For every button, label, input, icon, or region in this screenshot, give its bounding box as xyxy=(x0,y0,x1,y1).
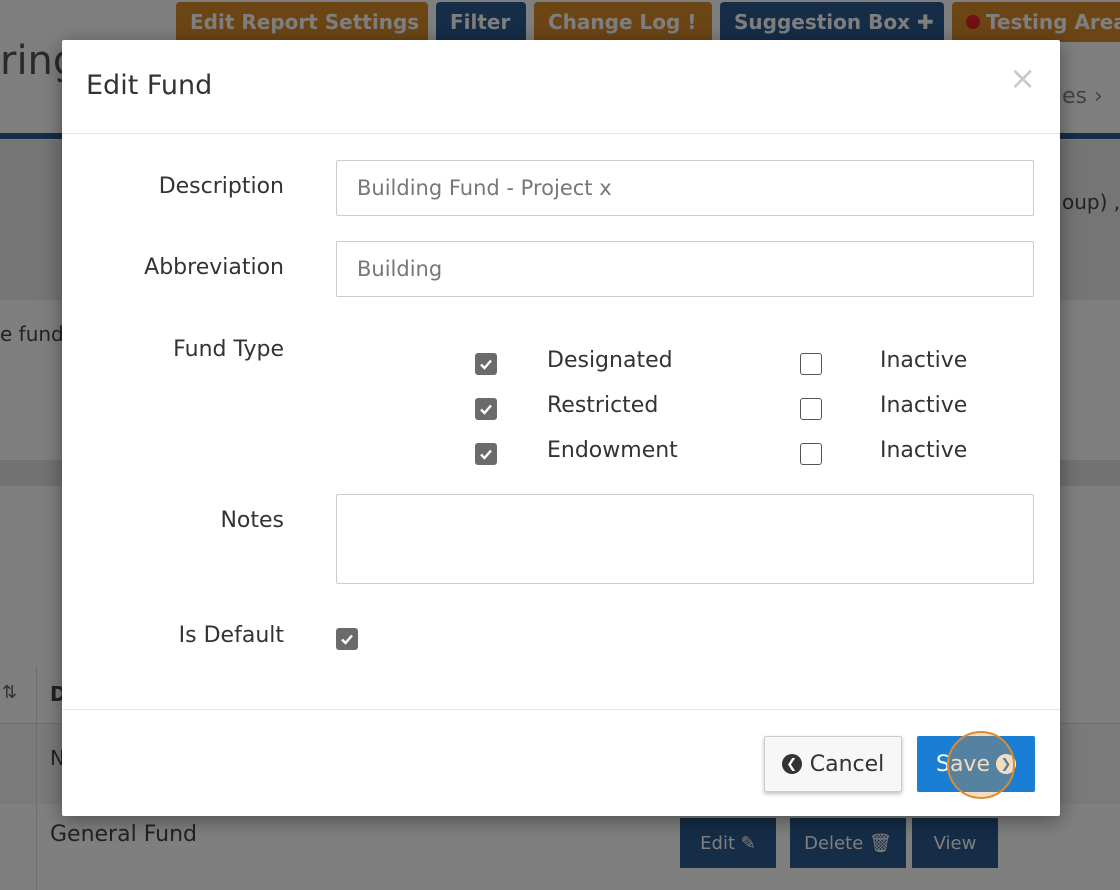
endowment-inactive-checkbox[interactable] xyxy=(800,443,822,465)
endowment-label: Endowment xyxy=(547,438,678,463)
designated-inactive-checkbox[interactable] xyxy=(800,353,822,375)
checkmark-icon xyxy=(480,449,492,460)
designated-inactive-label: Inactive xyxy=(880,348,968,373)
checkmark-icon xyxy=(341,634,353,645)
fund-type-label: Fund Type xyxy=(173,337,284,362)
save-label: Save xyxy=(935,751,990,777)
arrow-right-circle-icon: ❯ xyxy=(996,754,1016,774)
endowment-checkbox[interactable] xyxy=(475,443,497,465)
restricted-label: Restricted xyxy=(547,393,659,418)
notes-textarea[interactable] xyxy=(336,494,1034,584)
restricted-checkbox[interactable] xyxy=(475,398,497,420)
save-button[interactable]: Save ❯ xyxy=(917,736,1035,792)
cancel-button[interactable]: ❮ Cancel xyxy=(764,736,902,792)
is-default-checkbox[interactable] xyxy=(336,628,358,650)
description-label: Description xyxy=(158,174,284,199)
checkmark-icon xyxy=(480,359,492,370)
notes-label: Notes xyxy=(220,508,284,533)
abbreviation-label: Abbreviation xyxy=(144,255,284,280)
arrow-left-circle-icon: ❮ xyxy=(781,754,802,774)
restricted-inactive-checkbox[interactable] xyxy=(800,398,822,420)
description-input[interactable] xyxy=(336,160,1034,216)
close-icon[interactable]: × xyxy=(1009,62,1036,94)
edit-fund-modal: Edit Fund × Description Abbreviation Fun… xyxy=(62,40,1060,816)
modal-footer: ❮ Cancel Save ❯ xyxy=(62,709,1060,816)
endowment-inactive-label: Inactive xyxy=(880,438,968,463)
modal-header: Edit Fund × xyxy=(62,40,1060,134)
checkmark-icon xyxy=(480,404,492,415)
modal-title: Edit Fund xyxy=(86,70,213,101)
designated-checkbox[interactable] xyxy=(475,353,497,375)
abbreviation-input[interactable] xyxy=(336,241,1034,297)
cancel-label: Cancel xyxy=(809,751,885,777)
restricted-inactive-label: Inactive xyxy=(880,393,968,418)
is-default-label: Is Default xyxy=(178,623,284,648)
designated-label: Designated xyxy=(547,348,673,373)
